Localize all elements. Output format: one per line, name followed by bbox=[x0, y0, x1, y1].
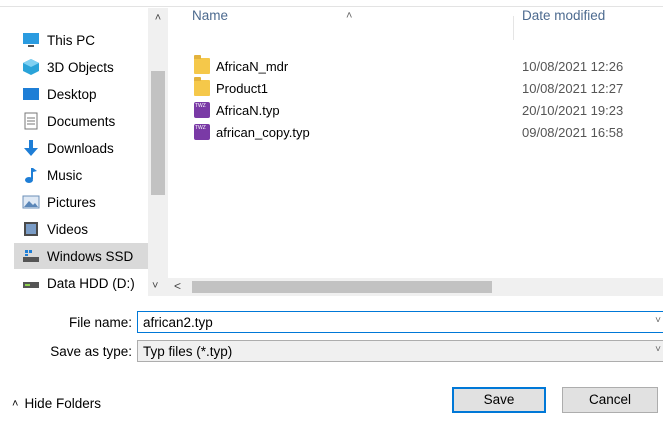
sidebar-item-videos[interactable]: Videos bbox=[14, 216, 148, 242]
file-name: african_copy.typ bbox=[216, 125, 310, 140]
sidebar-item-label: Data HDD (D:) bbox=[47, 275, 135, 291]
sidebar-item-3d-objects[interactable]: 3D Objects bbox=[14, 54, 148, 80]
file-date: 09/08/2021 16:58 bbox=[522, 125, 624, 140]
sidebar-item-downloads[interactable]: Downloads bbox=[14, 135, 148, 161]
sidebar-item-label: 3D Objects bbox=[47, 59, 114, 75]
file-row[interactable]: Product1 10/08/2021 12:27 bbox=[192, 77, 663, 99]
save-type-value: Typ files (*.typ) bbox=[143, 344, 233, 359]
sidebar-item-label: Music bbox=[47, 167, 83, 183]
desktop-icon bbox=[22, 85, 40, 103]
file-date: 10/08/2021 12:26 bbox=[522, 59, 624, 74]
sidebar-item-label: Desktop bbox=[47, 86, 97, 102]
monitor-icon bbox=[22, 31, 40, 49]
sidebar-item-desktop[interactable]: Desktop bbox=[14, 81, 148, 107]
sidebar-item-label: Videos bbox=[47, 221, 89, 237]
file-row[interactable]: AfricaN_mdr 10/08/2021 12:26 bbox=[192, 55, 663, 77]
sidebar-item-music[interactable]: Music bbox=[14, 162, 148, 188]
file-date: 10/08/2021 12:27 bbox=[522, 81, 624, 96]
chevron-down-icon[interactable]: ˅ bbox=[152, 280, 158, 292]
save-button[interactable]: Save bbox=[452, 387, 546, 413]
sidebar-item-this-pc[interactable]: This PC bbox=[14, 27, 148, 53]
navigation-pane: This PC 3D Objects Desktop Documents Dow… bbox=[14, 8, 148, 296]
scrollbar-thumb[interactable] bbox=[151, 71, 165, 195]
save-type-label: Save as type: bbox=[50, 344, 132, 359]
sidebar-vertical-scrollbar[interactable]: ˄ bbox=[148, 8, 168, 296]
file-name: AfricaN.typ bbox=[216, 103, 280, 118]
hide-folders-button[interactable]: ˄ Hide Folders bbox=[12, 396, 101, 411]
scroll-left-icon[interactable]: < bbox=[174, 279, 181, 293]
picture-icon bbox=[22, 193, 40, 211]
file-name: AfricaN_mdr bbox=[216, 59, 289, 74]
sidebar-item-documents[interactable]: Documents bbox=[14, 108, 148, 134]
sidebar-item-pictures[interactable]: Pictures bbox=[14, 189, 148, 215]
sort-ascending-icon: ˄ bbox=[346, 10, 353, 22]
column-header-date[interactable]: Date modified bbox=[522, 8, 605, 52]
video-icon bbox=[22, 220, 40, 238]
sidebar-item-label: This PC bbox=[47, 32, 96, 48]
file-name-value: african2.typ bbox=[143, 315, 213, 330]
file-name-label: File name: bbox=[68, 315, 132, 330]
sidebar-item-label: Windows SSD bbox=[47, 248, 134, 264]
cancel-button[interactable]: Cancel bbox=[562, 387, 658, 413]
music-note-icon bbox=[22, 166, 40, 184]
document-icon bbox=[22, 112, 40, 130]
file-date: 20/10/2021 19:23 bbox=[522, 103, 624, 118]
file-list-horizontal-scrollbar[interactable]: < bbox=[168, 278, 663, 296]
download-arrow-icon bbox=[22, 139, 40, 157]
typ-file-icon bbox=[194, 124, 210, 140]
file-name-input[interactable]: african2.typ ˅ bbox=[137, 311, 663, 333]
column-header-name[interactable]: Name bbox=[192, 8, 228, 52]
hide-folders-label: Hide Folders bbox=[24, 396, 101, 411]
chevron-up-icon: ˄ bbox=[12, 397, 19, 410]
sidebar-item-label: Downloads bbox=[47, 140, 114, 156]
scrollbar-thumb[interactable] bbox=[192, 281, 492, 293]
chevron-down-icon[interactable]: ˅ bbox=[655, 344, 661, 355]
sidebar-item-data-hdd[interactable]: Data HDD (D:) bbox=[14, 270, 148, 296]
sidebar-item-windows-ssd[interactable]: Windows SSD bbox=[14, 243, 148, 269]
typ-file-icon bbox=[194, 102, 210, 118]
column-divider[interactable] bbox=[513, 16, 514, 40]
scroll-up-icon[interactable]: ˄ bbox=[148, 12, 168, 24]
drive-icon bbox=[22, 247, 40, 265]
chevron-down-icon[interactable]: ˅ bbox=[655, 315, 661, 326]
top-border bbox=[0, 6, 663, 7]
file-row[interactable]: AfricaN.typ 20/10/2021 19:23 bbox=[192, 101, 663, 121]
folder-icon bbox=[194, 77, 210, 96]
sidebar-item-label: Documents bbox=[47, 113, 116, 129]
folder-icon bbox=[194, 55, 210, 74]
cube-icon bbox=[22, 58, 40, 76]
sidebar-item-label: Pictures bbox=[47, 194, 96, 210]
hdd-icon bbox=[22, 274, 40, 292]
file-row[interactable]: african_copy.typ 09/08/2021 16:58 bbox=[192, 123, 663, 143]
save-type-select[interactable]: Typ files (*.typ) ˅ bbox=[137, 340, 663, 362]
file-name: Product1 bbox=[216, 81, 269, 96]
